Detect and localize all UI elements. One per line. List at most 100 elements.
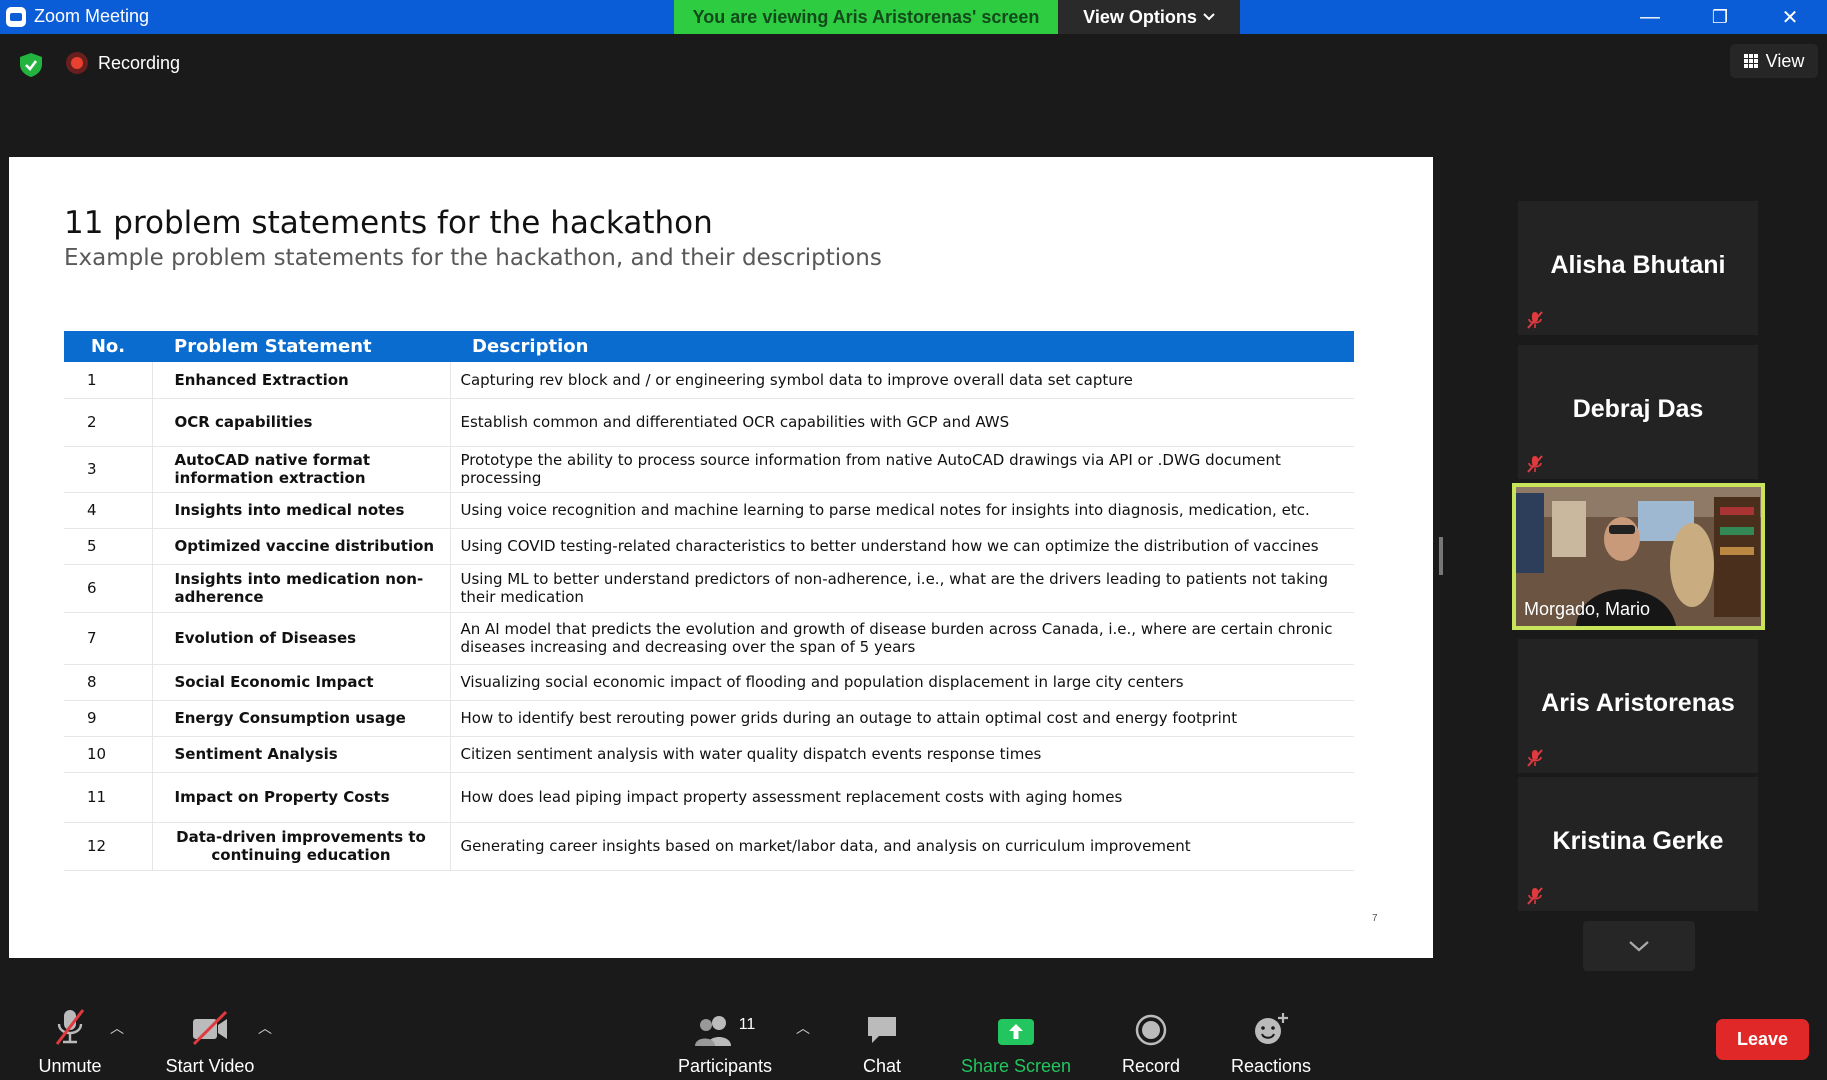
row-description: Using voice recognition and machine lear… (450, 492, 1354, 529)
muted-mic-icon (1527, 311, 1543, 329)
reactions-button[interactable]: Reactions (1230, 1002, 1312, 1077)
table-header-row: No. Problem Statement Description (64, 331, 1354, 362)
row-number: 6 (64, 564, 153, 613)
slide-subtitle: Example problem statements for the hacka… (64, 245, 882, 271)
row-number: 8 (64, 664, 153, 701)
row-number: 12 (64, 822, 153, 871)
participants-count: 11 (738, 1016, 756, 1033)
participant-name: Aris Aristorenas (1541, 689, 1735, 717)
chat-icon (868, 1017, 896, 1043)
share-screen-icon (998, 1019, 1034, 1045)
audio-options-caret-icon[interactable]: ︿ (110, 1018, 124, 1038)
chat-button[interactable]: Chat (852, 1002, 912, 1077)
table-row: 3 AutoCAD native format information extr… (64, 446, 1354, 493)
slide-title: 11 problem statements for the hackathon (64, 205, 713, 241)
row-statement: Insights into medication non-adherence (152, 564, 451, 613)
problem-statements-table: No. Problem Statement Description 1 Enha… (64, 331, 1354, 871)
record-icon (1135, 1014, 1167, 1046)
row-description: An AI model that predicts the evolution … (450, 612, 1354, 665)
reactions-icon (1255, 1013, 1288, 1044)
table-row: 1 Enhanced Extraction Capturing rev bloc… (64, 362, 1354, 399)
participants-options-caret-icon[interactable]: ︿ (796, 1018, 810, 1038)
close-button[interactable]: ✕ (1760, 0, 1820, 34)
shared-screen-slide: 11 problem statements for the hackathon … (9, 157, 1433, 958)
participant-name: Morgado, Mario (1524, 599, 1651, 619)
panel-resize-handle[interactable] (1439, 537, 1443, 575)
title-bar: Zoom Meeting You are viewing Aris Aristo… (0, 0, 1827, 34)
row-description: Capturing rev block and / or engineering… (450, 362, 1354, 399)
row-statement: Social Economic Impact (152, 664, 451, 701)
column-header-no: No. (64, 331, 152, 362)
row-statement: Optimized vaccine distribution (152, 528, 451, 565)
participant-tile[interactable]: Kristina Gerke (1518, 777, 1758, 911)
row-description: Using ML to better understand predictors… (450, 564, 1354, 613)
recording-dot-icon (66, 52, 88, 74)
share-screen-button[interactable]: Share Screen (960, 1002, 1072, 1077)
row-statement: Data-driven improvements to continuing e… (152, 822, 451, 871)
row-number: 1 (64, 362, 153, 399)
record-button[interactable]: Record (1120, 1002, 1182, 1077)
recording-label: Recording (98, 52, 181, 73)
row-number: 4 (64, 492, 153, 529)
minimize-button[interactable]: — (1620, 0, 1680, 34)
muted-mic-icon (55, 1009, 85, 1045)
row-number: 10 (64, 736, 153, 773)
chevron-down-icon (1203, 13, 1215, 21)
participant-tile[interactable]: Aris Aristorenas (1518, 639, 1758, 773)
table-row: 2 OCR capabilities Establish common and … (64, 398, 1354, 447)
table-row: 8 Social Economic Impact Visualizing soc… (64, 664, 1354, 701)
row-statement: Impact on Property Costs (152, 772, 451, 823)
row-number: 3 (64, 446, 153, 493)
start-video-button[interactable]: Start Video (160, 1002, 260, 1077)
table-row: 10 Sentiment Analysis Citizen sentiment … (64, 736, 1354, 773)
recording-indicator[interactable]: Recording (66, 52, 180, 74)
row-statement: Insights into medical notes (152, 492, 451, 529)
muted-mic-icon (1527, 749, 1543, 767)
share-screen-label: Share Screen (960, 1056, 1072, 1076)
leave-button[interactable]: Leave (1716, 1019, 1809, 1060)
table-row: 12 Data-driven improvements to continuin… (64, 822, 1354, 871)
row-description: How to identify best rerouting power gri… (450, 700, 1354, 737)
row-description: How does lead piping impact property ass… (450, 772, 1354, 823)
restore-button[interactable]: ❐ (1690, 0, 1750, 34)
table-row: 7 Evolution of Diseases An AI model that… (64, 612, 1354, 665)
participant-tile[interactable]: Alisha Bhutani (1518, 201, 1758, 335)
row-statement: Evolution of Diseases (152, 612, 451, 665)
viewing-banner: You are viewing Aris Aristorenas' screen (674, 0, 1058, 34)
participants-button[interactable]: 11 Participants (675, 1002, 775, 1077)
security-shield-icon[interactable] (18, 52, 44, 78)
row-number: 9 (64, 700, 153, 737)
view-options-button[interactable]: View Options (1058, 0, 1240, 34)
table-row: 4 Insights into medical notes Using voic… (64, 492, 1354, 529)
row-description: Establish common and differentiated OCR … (450, 398, 1354, 447)
row-statement: OCR capabilities (152, 398, 451, 447)
row-description: Generating career insights based on mark… (450, 822, 1354, 871)
table-row: 6 Insights into medication non-adherence… (64, 564, 1354, 613)
participant-name: Alisha Bhutani (1550, 251, 1726, 279)
row-number: 11 (64, 772, 153, 823)
view-layout-button[interactable]: View (1730, 44, 1818, 78)
start-video-label: Start Video (165, 1056, 255, 1076)
participant-name: Debraj Das (1572, 395, 1704, 423)
view-label: View (1765, 50, 1805, 71)
video-options-caret-icon[interactable]: ︿ (258, 1018, 272, 1038)
row-description: Using COVID testing-related characterist… (450, 528, 1354, 565)
scroll-participants-down-button[interactable] (1583, 921, 1695, 971)
participant-name: Kristina Gerke (1552, 827, 1724, 855)
reactions-label: Reactions (1230, 1056, 1312, 1076)
app-identity: Zoom Meeting (6, 6, 149, 27)
table-row: 11 Impact on Property Costs How does lea… (64, 772, 1354, 823)
table-row: 9 Energy Consumption usage How to identi… (64, 700, 1354, 737)
zoom-logo-icon (6, 6, 26, 27)
slide-page-number: 7 (1372, 913, 1378, 924)
participant-video-tile[interactable]: Morgado, Mario (1512, 483, 1765, 630)
video-off-icon (192, 1010, 228, 1046)
row-description: Prototype the ability to process source … (450, 446, 1354, 493)
unmute-label: Unmute (38, 1056, 102, 1076)
unmute-button[interactable]: Unmute (34, 1002, 106, 1077)
record-label: Record (1121, 1056, 1181, 1076)
row-statement: Sentiment Analysis (152, 736, 451, 773)
participant-tile[interactable]: Debraj Das (1518, 345, 1758, 479)
row-description: Visualizing social economic impact of fl… (450, 664, 1354, 701)
row-statement: Enhanced Extraction (152, 362, 451, 399)
